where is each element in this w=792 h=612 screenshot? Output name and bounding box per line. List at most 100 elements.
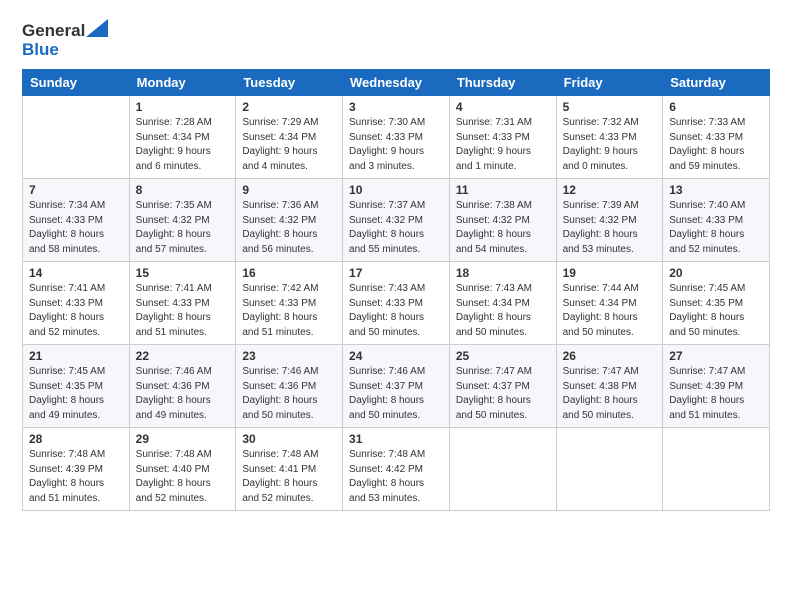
day-info: Sunrise: 7:46 AM Sunset: 4:36 PM Dayligh…: [136, 365, 230, 423]
day-number: 18: [456, 266, 550, 280]
calendar-cell: 30Sunrise: 7:48 AM Sunset: 4:41 PM Dayli…: [236, 428, 343, 511]
day-number: 31: [349, 432, 443, 446]
weekday-header-friday: Friday: [556, 70, 663, 96]
week-row-1: 1 Sunrise: 7:28 AM Sunset: 4:34 PM Daylig…: [23, 96, 770, 179]
day-info: Sunrise: 7:47 AM Sunset: 4:38 PM Dayligh…: [563, 365, 657, 423]
calendar-cell: 24 Sunrise: 7:46 AM Sunset: 4:37 PM Dayli…: [343, 345, 450, 428]
day-number: 7: [29, 183, 123, 197]
calendar-cell: 9 Sunrise: 7:36 AM Sunset: 4:32 PM Daylig…: [236, 179, 343, 262]
day-number: 21: [29, 349, 123, 363]
day-info: Sunrise: 7:48 AM Sunset: 4:39 PM Dayligh…: [29, 448, 123, 506]
day-number: 22: [136, 349, 230, 363]
calendar-cell: 12Sunrise: 7:39 AM Sunset: 4:32 PM Dayli…: [556, 179, 663, 262]
day-info: Sunrise: 7:48 AM Sunset: 4:41 PM Dayligh…: [242, 448, 336, 506]
weekday-header-sunday: Sunday: [23, 70, 130, 96]
day-number: 23: [242, 349, 336, 363]
day-info: Sunrise: 7:38 AM Sunset: 4:32 PM Dayligh…: [456, 199, 550, 257]
day-number: 12: [563, 183, 657, 197]
calendar: SundayMondayTuesdayWednesdayThursdayFrid…: [22, 69, 770, 511]
day-info: Sunrise: 7:47 AM Sunset: 4:37 PM Dayligh…: [456, 365, 550, 423]
logo: General Blue: [22, 22, 108, 59]
day-info: Sunrise: 7:36 AM Sunset: 4:32 PM Dayligh…: [242, 199, 336, 257]
day-info: Sunrise: 7:46 AM Sunset: 4:36 PM Dayligh…: [242, 365, 336, 423]
day-info: Sunrise: 7:44 AM Sunset: 4:34 PM Dayligh…: [563, 282, 657, 340]
day-info: Sunrise: 7:46 AM Sunset: 4:37 PM Dayligh…: [349, 365, 443, 423]
calendar-cell: 16 Sunrise: 7:42 AM Sunset: 4:33 PM Dayli…: [236, 262, 343, 345]
calendar-cell: 22 Sunrise: 7:46 AM Sunset: 4:36 PM Dayli…: [129, 345, 236, 428]
day-info: Sunrise: 7:43 AM Sunset: 4:34 PM Dayligh…: [456, 282, 550, 340]
day-number: 10: [349, 183, 443, 197]
day-info: Sunrise: 7:45 AM Sunset: 4:35 PM Dayligh…: [29, 365, 123, 423]
day-info: Sunrise: 7:37 AM Sunset: 4:32 PM Dayligh…: [349, 199, 443, 257]
calendar-cell: [449, 428, 556, 511]
day-number: 24: [349, 349, 443, 363]
day-info: Sunrise: 7:47 AM Sunset: 4:39 PM Dayligh…: [669, 365, 763, 423]
calendar-cell: [23, 96, 130, 179]
header: General Blue: [22, 18, 770, 59]
day-number: 8: [136, 183, 230, 197]
calendar-cell: 31 Sunrise: 7:48 AM Sunset: 4:42 PM Dayli…: [343, 428, 450, 511]
calendar-cell: 1 Sunrise: 7:28 AM Sunset: 4:34 PM Daylig…: [129, 96, 236, 179]
day-info: Sunrise: 7:41 AM Sunset: 4:33 PM Dayligh…: [29, 282, 123, 340]
day-number: 3: [349, 100, 443, 114]
calendar-cell: 29 Sunrise: 7:48 AM Sunset: 4:40 PM Dayli…: [129, 428, 236, 511]
day-info: Sunrise: 7:40 AM Sunset: 4:33 PM Dayligh…: [669, 199, 763, 257]
calendar-cell: 17Sunrise: 7:43 AM Sunset: 4:33 PM Dayli…: [343, 262, 450, 345]
day-info: Sunrise: 7:28 AM Sunset: 4:34 PM Dayligh…: [136, 116, 230, 174]
week-row-2: 7 Sunrise: 7:34 AM Sunset: 4:33 PM Daylig…: [23, 179, 770, 262]
day-info: Sunrise: 7:33 AM Sunset: 4:33 PM Dayligh…: [669, 116, 763, 174]
day-number: 9: [242, 183, 336, 197]
day-info: Sunrise: 7:48 AM Sunset: 4:40 PM Dayligh…: [136, 448, 230, 506]
calendar-cell: [556, 428, 663, 511]
calendar-cell: 20Sunrise: 7:45 AM Sunset: 4:35 PM Dayli…: [663, 262, 770, 345]
weekday-header-monday: Monday: [129, 70, 236, 96]
page: General Blue SundayMondayTuesdayWednesda…: [0, 0, 792, 612]
day-number: 28: [29, 432, 123, 446]
day-info: Sunrise: 7:45 AM Sunset: 4:35 PM Dayligh…: [669, 282, 763, 340]
calendar-cell: 11 Sunrise: 7:38 AM Sunset: 4:32 PM Dayli…: [449, 179, 556, 262]
calendar-cell: 7 Sunrise: 7:34 AM Sunset: 4:33 PM Daylig…: [23, 179, 130, 262]
logo-blue-text: Blue: [22, 41, 59, 60]
day-info: Sunrise: 7:42 AM Sunset: 4:33 PM Dayligh…: [242, 282, 336, 340]
calendar-cell: 8Sunrise: 7:35 AM Sunset: 4:32 PM Daylig…: [129, 179, 236, 262]
calendar-cell: 2Sunrise: 7:29 AM Sunset: 4:34 PM Daylig…: [236, 96, 343, 179]
calendar-cell: [663, 428, 770, 511]
calendar-cell: 27 Sunrise: 7:47 AM Sunset: 4:39 PM Dayli…: [663, 345, 770, 428]
calendar-cell: 28 Sunrise: 7:48 AM Sunset: 4:39 PM Dayli…: [23, 428, 130, 511]
week-row-3: 14 Sunrise: 7:41 AM Sunset: 4:33 PM Dayli…: [23, 262, 770, 345]
calendar-cell: 21 Sunrise: 7:45 AM Sunset: 4:35 PM Dayli…: [23, 345, 130, 428]
calendar-cell: 13Sunrise: 7:40 AM Sunset: 4:33 PM Dayli…: [663, 179, 770, 262]
day-number: 5: [563, 100, 657, 114]
calendar-cell: 25 Sunrise: 7:47 AM Sunset: 4:37 PM Dayli…: [449, 345, 556, 428]
day-number: 26: [563, 349, 657, 363]
calendar-cell: 19 Sunrise: 7:44 AM Sunset: 4:34 PM Dayli…: [556, 262, 663, 345]
weekday-header-saturday: Saturday: [663, 70, 770, 96]
weekday-header-tuesday: Tuesday: [236, 70, 343, 96]
day-number: 11: [456, 183, 550, 197]
logo-general-text: General: [22, 22, 85, 41]
day-number: 6: [669, 100, 763, 114]
day-info: Sunrise: 7:48 AM Sunset: 4:42 PM Dayligh…: [349, 448, 443, 506]
calendar-cell: 23 Sunrise: 7:46 AM Sunset: 4:36 PM Dayli…: [236, 345, 343, 428]
day-number: 27: [669, 349, 763, 363]
calendar-cell: 6 Sunrise: 7:33 AM Sunset: 4:33 PM Daylig…: [663, 96, 770, 179]
day-info: Sunrise: 7:34 AM Sunset: 4:33 PM Dayligh…: [29, 199, 123, 257]
day-number: 25: [456, 349, 550, 363]
day-number: 19: [563, 266, 657, 280]
day-number: 14: [29, 266, 123, 280]
day-number: 15: [136, 266, 230, 280]
day-number: 17: [349, 266, 443, 280]
week-row-4: 21 Sunrise: 7:45 AM Sunset: 4:35 PM Dayli…: [23, 345, 770, 428]
day-number: 1: [136, 100, 230, 114]
calendar-cell: 10 Sunrise: 7:37 AM Sunset: 4:32 PM Dayli…: [343, 179, 450, 262]
weekday-header-wednesday: Wednesday: [343, 70, 450, 96]
week-row-5: 28 Sunrise: 7:48 AM Sunset: 4:39 PM Dayli…: [23, 428, 770, 511]
day-number: 29: [136, 432, 230, 446]
day-number: 16: [242, 266, 336, 280]
day-info: Sunrise: 7:31 AM Sunset: 4:33 PM Dayligh…: [456, 116, 550, 174]
weekday-header-thursday: Thursday: [449, 70, 556, 96]
calendar-cell: 4Sunrise: 7:31 AM Sunset: 4:33 PM Daylig…: [449, 96, 556, 179]
day-info: Sunrise: 7:41 AM Sunset: 4:33 PM Dayligh…: [136, 282, 230, 340]
calendar-cell: 14 Sunrise: 7:41 AM Sunset: 4:33 PM Dayli…: [23, 262, 130, 345]
day-number: 2: [242, 100, 336, 114]
